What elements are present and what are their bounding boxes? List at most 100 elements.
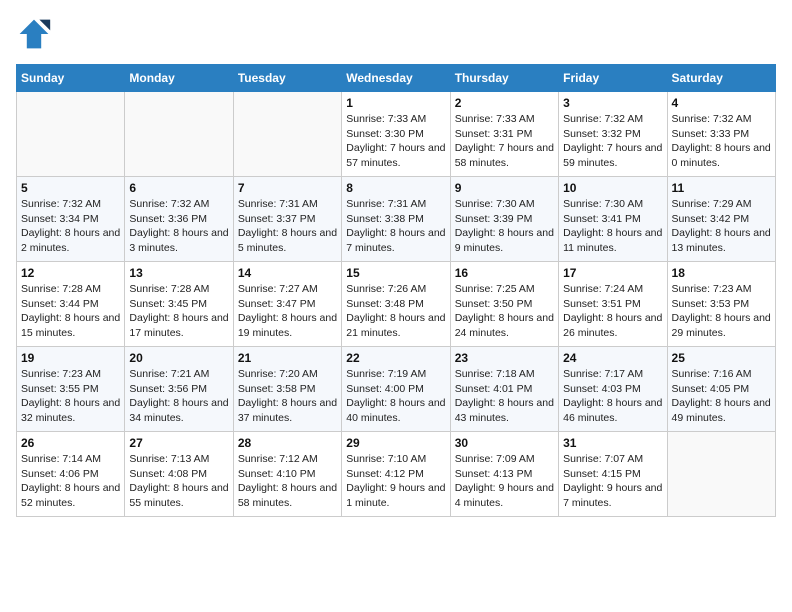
day-number: 8 [346,181,445,195]
calendar-cell: 15 Sunrise: 7:26 AMSunset: 3:48 PMDayligh… [342,262,450,347]
calendar-cell [17,92,125,177]
day-info: Sunrise: 7:30 AMSunset: 3:41 PMDaylight:… [563,197,662,256]
calendar-cell: 6Sunrise: 7:32 AMSunset: 3:36 PMDaylight… [125,177,233,262]
calendar-cell [667,432,775,517]
day-number: 22 [346,351,445,365]
day-info: Sunrise: 7:32 AMSunset: 3:33 PMDaylight:… [672,112,771,171]
day-number: 10 [563,181,662,195]
day-number: 15 [346,266,445,280]
day-info: Sunrise: 7:21 AMSunset: 3:56 PMDaylight:… [129,367,228,426]
day-info: Sunrise: 7:29 AMSunset: 3:42 PMDaylight:… [672,197,771,256]
day-info: Sunrise: 7:32 AMSunset: 3:32 PMDaylight:… [563,112,662,171]
day-info: Sunrise: 7:31 AMSunset: 3:37 PMDaylight:… [238,197,337,256]
calendar-cell: 24 Sunrise: 7:17 AMSunset: 4:03 PMDayligh… [559,347,667,432]
calendar-week-row: 5 Sunrise: 7:32 AMSunset: 3:34 PMDaylight… [17,177,776,262]
calendar-week-row: 12Sunrise: 7:28 AMSunset: 3:44 PMDayligh… [17,262,776,347]
day-info: Sunrise: 7:32 AMSunset: 3:34 PMDaylight:… [21,197,120,256]
day-info: Sunrise: 7:27 AMSunset: 3:47 PMDaylight:… [238,282,337,341]
day-info: Sunrise: 7:23 AMSunset: 3:53 PMDaylight:… [672,282,771,341]
calendar-cell: 18 Sunrise: 7:23 AMSunset: 3:53 PMDayligh… [667,262,775,347]
logo-icon [16,16,52,52]
day-info: Sunrise: 7:17 AMSunset: 4:03 PMDaylight:… [563,367,662,426]
day-number: 14 [238,266,337,280]
day-info: Sunrise: 7:33 AMSunset: 3:31 PMDaylight:… [455,112,554,171]
day-info: Sunrise: 7:33 AMSunset: 3:30 PMDaylight:… [346,112,445,171]
day-number: 12 [21,266,120,280]
day-number: 27 [129,436,228,450]
calendar-cell: 25 Sunrise: 7:16 AMSunset: 4:05 PMDayligh… [667,347,775,432]
day-number: 1 [346,96,445,110]
day-number: 7 [238,181,337,195]
day-number: 31 [563,436,662,450]
calendar-header-row: SundayMondayTuesdayWednesdayThursdayFrid… [17,65,776,92]
calendar-cell: 8 Sunrise: 7:31 AMSunset: 3:38 PMDaylight… [342,177,450,262]
calendar-cell: 14 Sunrise: 7:27 AMSunset: 3:47 PMDayligh… [233,262,341,347]
day-number: 3 [563,96,662,110]
day-info: Sunrise: 7:26 AMSunset: 3:48 PMDaylight:… [346,282,445,341]
calendar-table: SundayMondayTuesdayWednesdayThursdayFrid… [16,64,776,517]
calendar-cell: 26 Sunrise: 7:14 AMSunset: 4:06 PMDayligh… [17,432,125,517]
page-header [16,16,776,52]
day-info: Sunrise: 7:30 AMSunset: 3:39 PMDaylight:… [455,197,554,256]
day-info: Sunrise: 7:13 AMSunset: 4:08 PMDaylight:… [129,452,228,511]
day-number: 2 [455,96,554,110]
day-number: 4 [672,96,771,110]
day-number: 9 [455,181,554,195]
calendar-cell [233,92,341,177]
day-info: Sunrise: 7:18 AMSunset: 4:01 PMDaylight:… [455,367,554,426]
calendar-cell: 19 Sunrise: 7:23 AMSunset: 3:55 PMDayligh… [17,347,125,432]
day-number: 28 [238,436,337,450]
calendar-cell: 4 Sunrise: 7:32 AMSunset: 3:33 PMDaylight… [667,92,775,177]
day-of-week-header: Thursday [450,65,558,92]
day-number: 13 [129,266,228,280]
day-info: Sunrise: 7:32 AMSunset: 3:36 PMDaylight:… [129,197,228,256]
day-number: 17 [563,266,662,280]
calendar-cell: 29Sunrise: 7:10 AMSunset: 4:12 PMDayligh… [342,432,450,517]
day-number: 20 [129,351,228,365]
day-of-week-header: Saturday [667,65,775,92]
day-of-week-header: Tuesday [233,65,341,92]
day-info: Sunrise: 7:19 AMSunset: 4:00 PMDaylight:… [346,367,445,426]
calendar-cell: 23 Sunrise: 7:18 AMSunset: 4:01 PMDayligh… [450,347,558,432]
day-of-week-header: Sunday [17,65,125,92]
calendar-cell: 16Sunrise: 7:25 AMSunset: 3:50 PMDayligh… [450,262,558,347]
calendar-cell: 10 Sunrise: 7:30 AMSunset: 3:41 PMDayligh… [559,177,667,262]
day-number: 5 [21,181,120,195]
calendar-cell: 27 Sunrise: 7:13 AMSunset: 4:08 PMDayligh… [125,432,233,517]
day-number: 21 [238,351,337,365]
day-number: 25 [672,351,771,365]
day-info: Sunrise: 7:16 AMSunset: 4:05 PMDaylight:… [672,367,771,426]
calendar-cell: 3 Sunrise: 7:32 AMSunset: 3:32 PMDaylight… [559,92,667,177]
day-number: 19 [21,351,120,365]
day-number: 11 [672,181,771,195]
calendar-cell: 17 Sunrise: 7:24 AMSunset: 3:51 PMDayligh… [559,262,667,347]
day-info: Sunrise: 7:23 AMSunset: 3:55 PMDaylight:… [21,367,120,426]
day-info: Sunrise: 7:07 AMSunset: 4:15 PMDaylight:… [563,452,662,511]
day-info: Sunrise: 7:09 AMSunset: 4:13 PMDaylight:… [455,452,554,511]
calendar-cell: 31 Sunrise: 7:07 AMSunset: 4:15 PMDayligh… [559,432,667,517]
day-of-week-header: Monday [125,65,233,92]
day-number: 26 [21,436,120,450]
calendar-cell: 21 Sunrise: 7:20 AMSunset: 3:58 PMDayligh… [233,347,341,432]
day-number: 29 [346,436,445,450]
day-number: 23 [455,351,554,365]
calendar-cell [125,92,233,177]
day-info: Sunrise: 7:31 AMSunset: 3:38 PMDaylight:… [346,197,445,256]
calendar-cell: 1 Sunrise: 7:33 AMSunset: 3:30 PMDaylight… [342,92,450,177]
calendar-week-row: 19 Sunrise: 7:23 AMSunset: 3:55 PMDayligh… [17,347,776,432]
calendar-cell: 22 Sunrise: 7:19 AMSunset: 4:00 PMDayligh… [342,347,450,432]
day-number: 16 [455,266,554,280]
day-number: 30 [455,436,554,450]
calendar-cell: 9 Sunrise: 7:30 AMSunset: 3:39 PMDaylight… [450,177,558,262]
day-number: 18 [672,266,771,280]
day-info: Sunrise: 7:20 AMSunset: 3:58 PMDaylight:… [238,367,337,426]
day-number: 24 [563,351,662,365]
day-info: Sunrise: 7:24 AMSunset: 3:51 PMDaylight:… [563,282,662,341]
calendar-cell: 13 Sunrise: 7:28 AMSunset: 3:45 PMDayligh… [125,262,233,347]
day-of-week-header: Wednesday [342,65,450,92]
calendar-cell: 12Sunrise: 7:28 AMSunset: 3:44 PMDayligh… [17,262,125,347]
day-info: Sunrise: 7:14 AMSunset: 4:06 PMDaylight:… [21,452,120,511]
day-info: Sunrise: 7:28 AMSunset: 3:45 PMDaylight:… [129,282,228,341]
day-info: Sunrise: 7:12 AMSunset: 4:10 PMDaylight:… [238,452,337,511]
calendar-week-row: 26 Sunrise: 7:14 AMSunset: 4:06 PMDayligh… [17,432,776,517]
